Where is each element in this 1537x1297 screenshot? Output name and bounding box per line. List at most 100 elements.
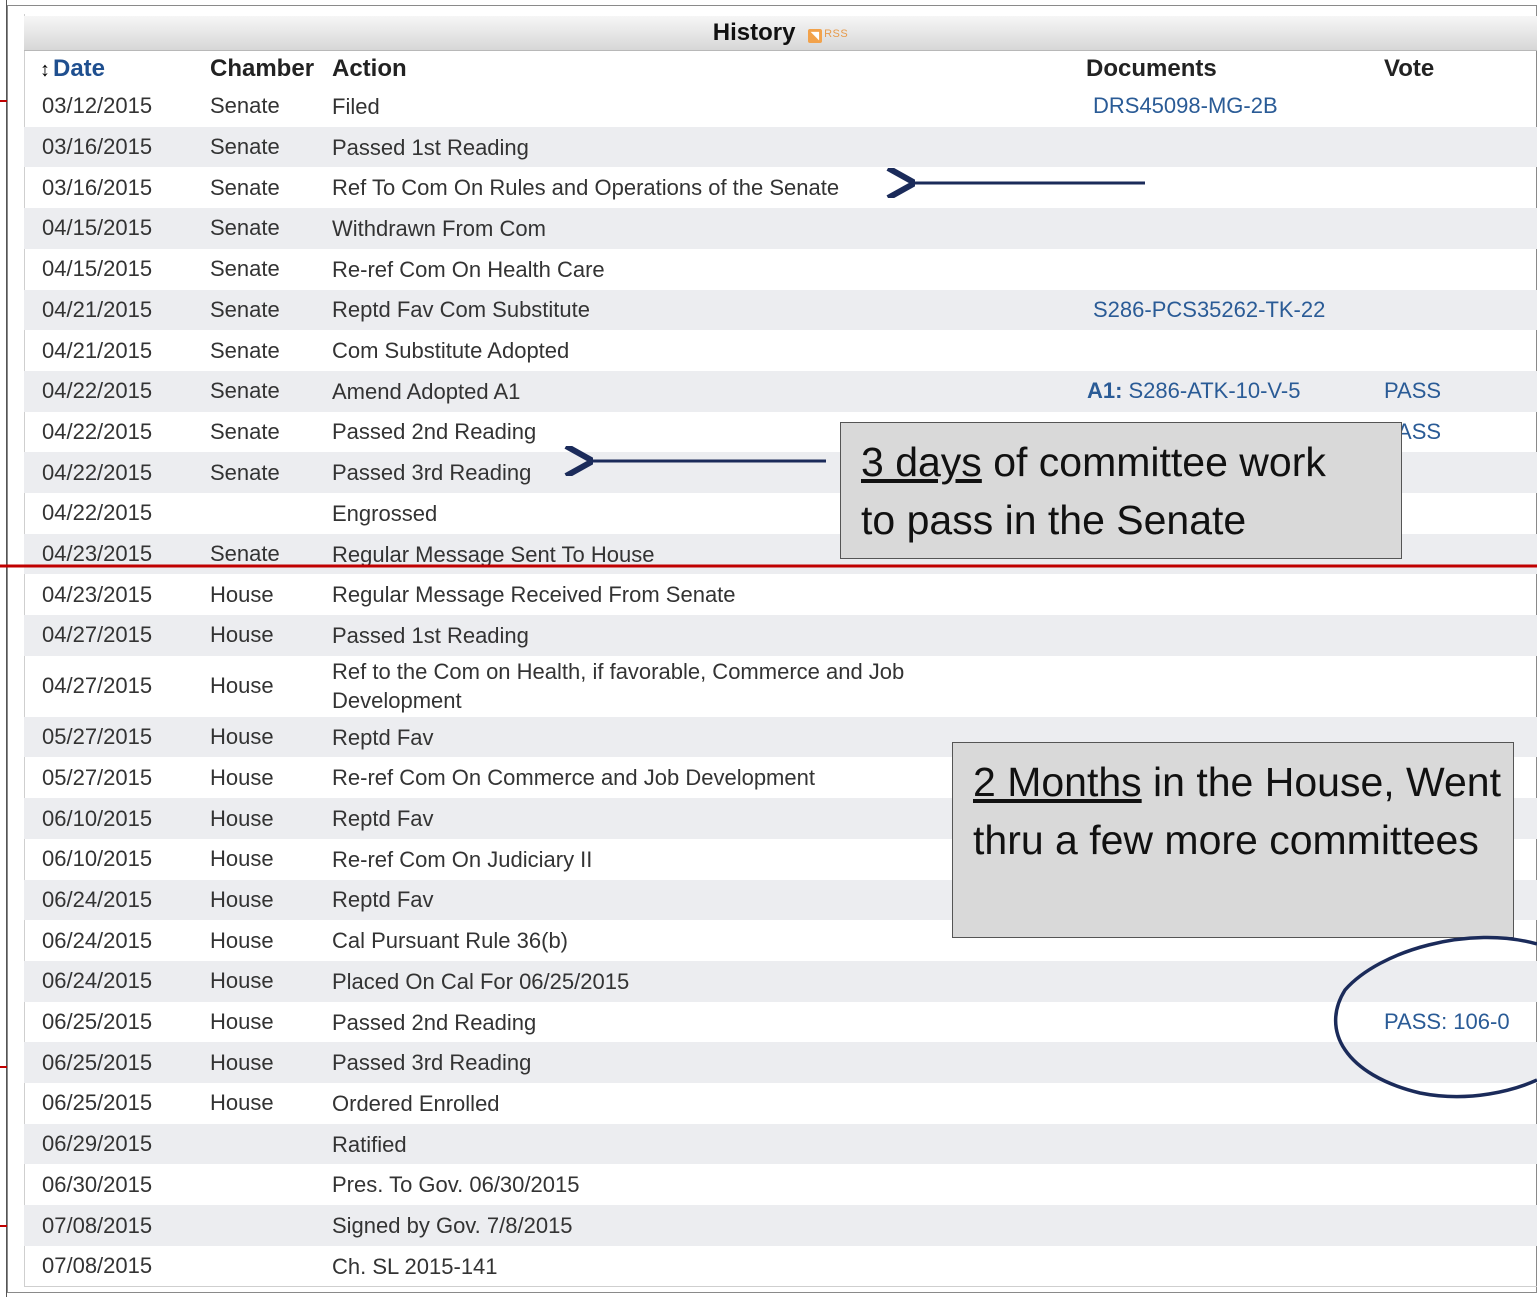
row-date: 06/29/2015 bbox=[42, 1131, 153, 1157]
row-documents: S286-PCS35262-TK-22 bbox=[1087, 290, 1325, 331]
row-action: Pres. To Gov. 06/30/2015 bbox=[332, 1172, 580, 1198]
row-date: 06/10/2015 bbox=[42, 846, 153, 872]
row-action: Reptd Fav Com Substitute bbox=[332, 297, 591, 323]
row-action: Cal Pursuant Rule 36(b) bbox=[332, 928, 569, 954]
row-documents bbox=[1087, 127, 1093, 168]
row-chamber: House bbox=[210, 968, 274, 994]
row-date: 06/25/2015 bbox=[42, 1009, 153, 1035]
row-action: Withdrawn From Com bbox=[332, 215, 546, 241]
row-chamber: House bbox=[210, 1090, 274, 1116]
table-row: 04/27/2015 House Passed 1st Reading bbox=[24, 615, 1537, 656]
senate-callout-text: 3 days of committee work to pass in the … bbox=[861, 433, 1341, 549]
row-date: 04/27/2015 bbox=[42, 622, 153, 648]
row-documents bbox=[1087, 249, 1093, 290]
row-chamber: Senate bbox=[210, 174, 280, 200]
row-date: 03/16/2015 bbox=[42, 134, 153, 160]
row-chamber: House bbox=[210, 673, 274, 699]
table-row: 07/08/2015 Ch. SL 2015-141 bbox=[24, 1246, 1537, 1287]
table-row: 06/25/2015 House Ordered Enrolled bbox=[24, 1083, 1537, 1124]
row-chamber: Senate bbox=[210, 296, 280, 322]
row-action: Placed On Cal For 06/25/2015 bbox=[332, 968, 630, 994]
row-chamber: Senate bbox=[210, 215, 280, 241]
row-date: 06/25/2015 bbox=[42, 1049, 153, 1075]
table-row: 03/16/2015 Senate Ref To Com On Rules and … bbox=[24, 167, 1537, 208]
row-date: 03/16/2015 bbox=[42, 174, 153, 200]
row-documents bbox=[1087, 1042, 1093, 1083]
row-action: Re-ref Com On Commerce and Job Developme… bbox=[332, 765, 815, 791]
row-date: 04/15/2015 bbox=[42, 256, 153, 282]
row-action: Signed by Gov. 7/8/2015 bbox=[332, 1213, 573, 1239]
row-chamber: House bbox=[210, 1049, 274, 1075]
senate-callout: 3 days of committee work to pass in the … bbox=[840, 422, 1402, 559]
row-documents: A1: S286-ATK-10-V-5 bbox=[1087, 371, 1300, 412]
table-row: 06/30/2015 Pres. To Gov. 06/30/2015 bbox=[24, 1165, 1537, 1206]
table-row: 03/12/2015 Senate Filed DRS45098-MG-2B bbox=[24, 86, 1537, 127]
table-row: 06/25/2015 House Passed 2nd Reading PASS: 1… bbox=[24, 1002, 1537, 1043]
row-chamber: House bbox=[210, 805, 274, 831]
row-chamber: Senate bbox=[210, 541, 280, 567]
house-callout-text: 2 Months in the House, Went thru a few m… bbox=[973, 753, 1533, 869]
row-date: 05/27/2015 bbox=[42, 764, 153, 790]
row-date: 06/24/2015 bbox=[42, 968, 153, 994]
table-row: 06/29/2015 Ratified bbox=[24, 1123, 1537, 1165]
row-date: 04/21/2015 bbox=[42, 337, 153, 363]
row-documents bbox=[1087, 1002, 1093, 1043]
row-documents bbox=[1087, 574, 1093, 615]
header-documents: Documents bbox=[1086, 55, 1217, 82]
history-title: History bbox=[712, 19, 796, 46]
row-date: 07/08/2015 bbox=[42, 1253, 153, 1279]
row-action: Passed 3rd Reading bbox=[332, 1050, 532, 1076]
row-chamber: House bbox=[210, 1009, 274, 1035]
header-date-label[interactable]: Date bbox=[53, 55, 105, 82]
row-chamber: House bbox=[210, 846, 274, 872]
header-date[interactable]: ↕ Date bbox=[40, 52, 105, 86]
row-action: Re-ref Com On Health Care bbox=[332, 256, 605, 282]
row-documents bbox=[1087, 330, 1093, 371]
row-date: 04/22/2015 bbox=[42, 500, 153, 526]
row-action: Amend Adopted A1 bbox=[332, 378, 521, 404]
row-chamber: House bbox=[210, 724, 274, 750]
vote-link[interactable]: PASS bbox=[1384, 371, 1441, 412]
table-row: 04/23/2015 House Regular Message Received … bbox=[24, 574, 1537, 615]
row-action: Ordered Enrolled bbox=[332, 1090, 500, 1116]
document-link[interactable]: DRS45098-MG-2B bbox=[1093, 93, 1278, 119]
row-action: Ch. SL 2015-141 bbox=[332, 1253, 498, 1279]
table-row: 03/16/2015 Senate Passed 1st Reading bbox=[24, 126, 1537, 168]
row-action: Passed 1st Reading bbox=[332, 134, 529, 160]
row-documents bbox=[1087, 1246, 1093, 1287]
row-date: 04/22/2015 bbox=[42, 378, 153, 404]
row-action: Com Substitute Adopted bbox=[332, 338, 570, 364]
document-link[interactable]: S286-ATK-10-V-5 bbox=[1128, 378, 1300, 404]
row-documents bbox=[1087, 1165, 1093, 1206]
row-date: 06/25/2015 bbox=[42, 1090, 153, 1116]
vote-link[interactable]: PASS: 106-0 bbox=[1384, 1002, 1510, 1043]
row-documents bbox=[1087, 167, 1093, 208]
table-row: 04/21/2015 Senate Com Substitute Adopted bbox=[24, 330, 1537, 371]
row-chamber: Senate bbox=[210, 337, 280, 363]
rss-link[interactable]: ◥ RSS bbox=[808, 17, 848, 51]
document-link[interactable]: S286-PCS35262-TK-22 bbox=[1093, 297, 1325, 323]
row-chamber: Senate bbox=[210, 459, 280, 485]
table-row: 06/24/2015 House Placed On Cal For 06/25/2… bbox=[24, 961, 1537, 1002]
row-chamber: Senate bbox=[210, 418, 280, 444]
row-date: 06/24/2015 bbox=[42, 886, 153, 912]
row-documents bbox=[1087, 208, 1093, 249]
row-date: 04/21/2015 bbox=[42, 296, 153, 322]
row-action: Filed bbox=[332, 93, 380, 119]
row-date: 06/30/2015 bbox=[42, 1171, 153, 1197]
table-row: 04/22/2015 Senate Amend Adopted A1 A1: S286-… bbox=[24, 370, 1537, 412]
row-chamber: Senate bbox=[210, 256, 280, 282]
row-action: Passed 2nd Reading bbox=[332, 1009, 537, 1035]
row-action: Reptd Fav bbox=[332, 806, 434, 832]
row-chamber: House bbox=[210, 927, 274, 953]
row-chamber: House bbox=[210, 622, 274, 648]
row-action: Reptd Fav bbox=[332, 887, 434, 913]
header-action: Action bbox=[332, 55, 407, 82]
row-action: Ref to the Com on Health, if favorable, … bbox=[332, 659, 905, 714]
rss-label: RSS bbox=[824, 28, 849, 40]
sort-icon[interactable]: ↕ bbox=[40, 59, 50, 81]
table-header: ↕ Date Chamber Action Documents Vote bbox=[24, 52, 1537, 86]
senate-callout-emphasis: 3 days bbox=[861, 439, 982, 485]
row-chamber: Senate bbox=[210, 93, 280, 119]
row-documents bbox=[1087, 1205, 1093, 1246]
